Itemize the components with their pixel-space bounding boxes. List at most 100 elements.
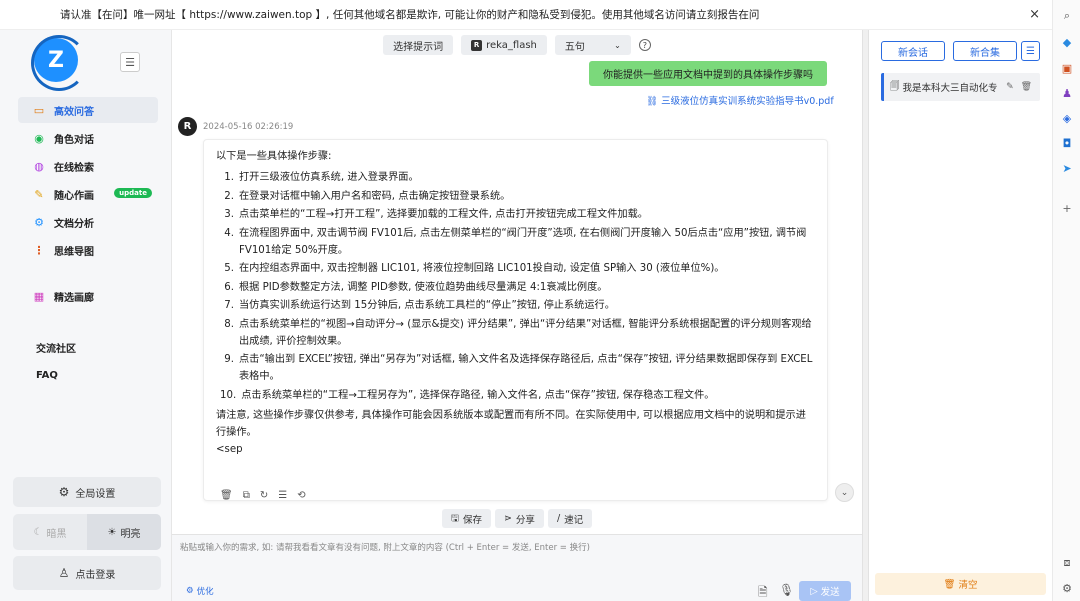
people-icon[interactable]: ♟ (1059, 85, 1075, 101)
mindmap-icon: ⋮ (33, 243, 45, 257)
palette-icon: ✎ (34, 187, 44, 201)
message-input-area[interactable]: 粘贴或输入你的需求, 如: 请帮我看看文章有没有问题, 附上文章的内容 (Ctr… (172, 534, 862, 601)
logo[interactable]: Z (31, 35, 87, 91)
share-button[interactable]: ⋗ 分享 (494, 509, 544, 528)
sidebar-item-label: 在线检索 (54, 162, 94, 174)
sidebar-item-community[interactable]: 交流社区 (18, 333, 158, 361)
sidebar-item-gallery[interactable]: ▦ 精选画廊 (18, 283, 158, 309)
sidebar-item-doc[interactable]: ⚙ 文档分析 (18, 209, 158, 235)
note-label: 速记 (564, 514, 584, 526)
optimize-icon: ⚙ (186, 586, 194, 596)
save-icon: 🖫 (450, 512, 459, 524)
document-icon[interactable]: 🗎 (758, 583, 768, 601)
scroll-down-button[interactable]: ⌄ (835, 483, 854, 502)
notice-text: 请认准【在问】唯一网址【 https://www.zaiwen.top 】, 任… (60, 9, 760, 21)
optimize-label: 优化 (196, 587, 214, 597)
action-bar: 🖫 保存 ⋗ 分享 / 速记 (172, 509, 862, 528)
step-text: 在内控组态界面中, 双击控制器 LIC101, 将液位控制回路 LIC101投自… (239, 263, 725, 274)
list-item: 4. 在流程图界面中, 双击调节阀 FV101后, 点击左侧菜单栏的“阀门开度”选… (220, 225, 815, 259)
add-icon[interactable]: + (1059, 200, 1075, 216)
screenshot-icon[interactable]: ⧈ (1059, 555, 1075, 571)
send-icon: ▷ (810, 585, 818, 597)
clear-label: 清空 (958, 580, 978, 591)
step-number: 10. (220, 389, 237, 401)
step-text: 点击系统菜单栏的“视图→自动评分→ (显示&提交) 评分结果”, 弹出“评分结果… (239, 318, 812, 347)
refresh-icon[interactable]: ↻ (260, 490, 268, 501)
notice-bar: 请认准【在问】唯一网址【 https://www.zaiwen.top 】, 任… (0, 0, 1052, 30)
copy-icon[interactable]: ⧉ (243, 490, 250, 501)
sidebar-item-faq[interactable]: FAQ (18, 361, 158, 389)
list-item: 8. 点击系统菜单栏的“视图→自动评分→ (显示&提交) 评分结果”, 弹出“评分… (220, 316, 815, 350)
answer-intro: 以下是一些具体操作步骤: (216, 151, 332, 162)
new-chat-button[interactable]: 新会话 (881, 41, 945, 61)
conversation-title: 我是本科大三自动化专 (902, 83, 998, 94)
message-tools: 🗑 ⧉ ↻ ☰ ⟲ (220, 490, 306, 501)
delete-icon[interactable]: 🗑 (1021, 82, 1032, 92)
sidebar-item-label: 角色对话 (54, 134, 94, 146)
outlook-icon[interactable]: ◘ (1059, 135, 1075, 151)
model-button[interactable]: R reka_flash (461, 35, 547, 55)
sidebar-item-draw[interactable]: ✎ 随心作画 update (18, 181, 158, 207)
list-item: 2. 在登录对话框中输入用户名和密码, 点击确定按钮登录系统。 (220, 188, 815, 205)
logo-letter: Z (48, 47, 64, 73)
note-button[interactable]: / 速记 (547, 509, 593, 528)
role-icon: ◉ (34, 131, 44, 145)
search-icon[interactable]: ⌕ (1059, 8, 1075, 24)
steps-list: 1. 打开三级液位仿真系统, 进入登录界面。 2. 在登录对话框中输入用户名和密码,… (216, 169, 815, 404)
conversation-icon: 🗐 (890, 81, 900, 92)
dark-theme-button[interactable]: ☾ 暗黑 (13, 514, 87, 550)
toolbox-icon[interactable]: ▣ (1059, 60, 1075, 76)
sidebar-item-search[interactable]: ◍ 在线检索 (18, 153, 158, 179)
send-plane-icon[interactable]: ➤ (1059, 160, 1075, 176)
prompt-select-button[interactable]: 选择提示词 (383, 35, 454, 55)
new-collection-button[interactable]: 新合集 (953, 41, 1017, 61)
answer-tail: <sep (216, 443, 243, 455)
settings-icon[interactable]: ⚙ (1059, 580, 1075, 596)
send-button[interactable]: ▷ 发送 (799, 581, 851, 601)
sidebar-item-label: 思维导图 (54, 246, 94, 258)
send-label: 发送 (820, 587, 840, 598)
message-input[interactable]: 粘贴或输入你的需求, 如: 请帮我看看文章有没有问题, 附上文章的内容 (Ctr… (180, 541, 590, 553)
global-settings-button[interactable]: ⚙ 全局设置 (13, 477, 161, 507)
trash-icon: 🗑 (943, 578, 956, 590)
delete-icon[interactable]: 🗑 (220, 490, 233, 501)
conversation-item[interactable]: 🗐 我是本科大三自动化专 ✎ 🗑 (881, 73, 1040, 101)
attachment-link[interactable]: ⛓ 三级液位仿真实训系统实验指导书v0.pdf (646, 93, 834, 107)
bot-message: 以下是一些具体操作步骤: 1. 打开三级液位仿真系统, 进入登录界面。 2. 在登录… (203, 139, 828, 501)
list-view-icon[interactable]: ☰ (1021, 41, 1040, 61)
sidebar-item-role[interactable]: ◉ 角色对话 (18, 125, 158, 151)
list-icon[interactable]: ☰ (278, 490, 287, 501)
help-icon[interactable]: ? (638, 39, 651, 51)
optimize-button[interactable]: ⚙ 优化 (186, 585, 214, 597)
login-button[interactable]: ♙ 点击登录 (13, 556, 161, 590)
chat-icon: ▭ (33, 103, 45, 117)
close-icon[interactable]: × (1029, 7, 1040, 22)
search-globe-icon: ◍ (34, 159, 44, 173)
sun-icon: ☀ (107, 526, 117, 538)
gallery-icon: ▦ (33, 289, 45, 303)
tag-icon[interactable]: ◆ (1059, 34, 1075, 50)
sidebar-item-qa[interactable]: ▭ 高效问答 (18, 97, 158, 123)
sidebar-item-label: 随心作画 (54, 190, 94, 202)
save-button[interactable]: 🖫 保存 (441, 509, 491, 528)
microphone-icon[interactable]: 🎙 (779, 583, 794, 597)
list-item: 7. 当仿真实训系统运行达到 15分钟后, 点击系统工具栏的“停止”按钮, 停止系… (220, 297, 815, 314)
collapse-sidebar-icon[interactable]: ☰ (120, 52, 140, 72)
step-text: 点击菜单栏的“工程→打开工程”, 选择要加载的工程文件, 点击打开按钮完成工程文… (239, 209, 648, 220)
regenerate-icon[interactable]: ⟲ (297, 490, 305, 501)
step-number: 3. (224, 209, 234, 220)
sidebar-item-mindmap[interactable]: ⋮ 思维导图 (18, 237, 158, 263)
light-theme-button[interactable]: ☀ 明亮 (87, 514, 161, 550)
clear-button[interactable]: 🗑 清空 (875, 573, 1046, 595)
answer-outro: 请注意, 这些操作步骤仅供参考, 具体操作可能会因系统版本或配置而有所不同。在实… (216, 409, 806, 438)
sentence-count-select[interactable]: 五句 ⌄ (554, 35, 631, 55)
sidebar: Z ☰ ▭ 高效问答 ◉ 角色对话 ◍ 在线检索 ✎ 随心作画 update ⚙… (0, 30, 172, 601)
office-icon[interactable]: ◈ (1059, 110, 1075, 126)
step-text: 打开三级液位仿真系统, 进入登录界面。 (239, 172, 419, 183)
list-item: 6. 根据 PID参数整定方法, 调整 PID参数, 使液位趋势曲线尽量满足 4:… (220, 279, 815, 296)
step-text: 当仿真实训系统运行达到 15分钟后, 点击系统工具栏的“停止”按钮, 停止系统运… (239, 300, 615, 311)
panel-resizer[interactable] (862, 30, 869, 601)
edit-icon[interactable]: ✎ (1006, 82, 1014, 92)
login-label: 点击登录 (75, 569, 116, 581)
step-text: 在流程图界面中, 双击调节阀 FV101后, 点击左侧菜单栏的“阀门开度”选项,… (239, 227, 807, 256)
